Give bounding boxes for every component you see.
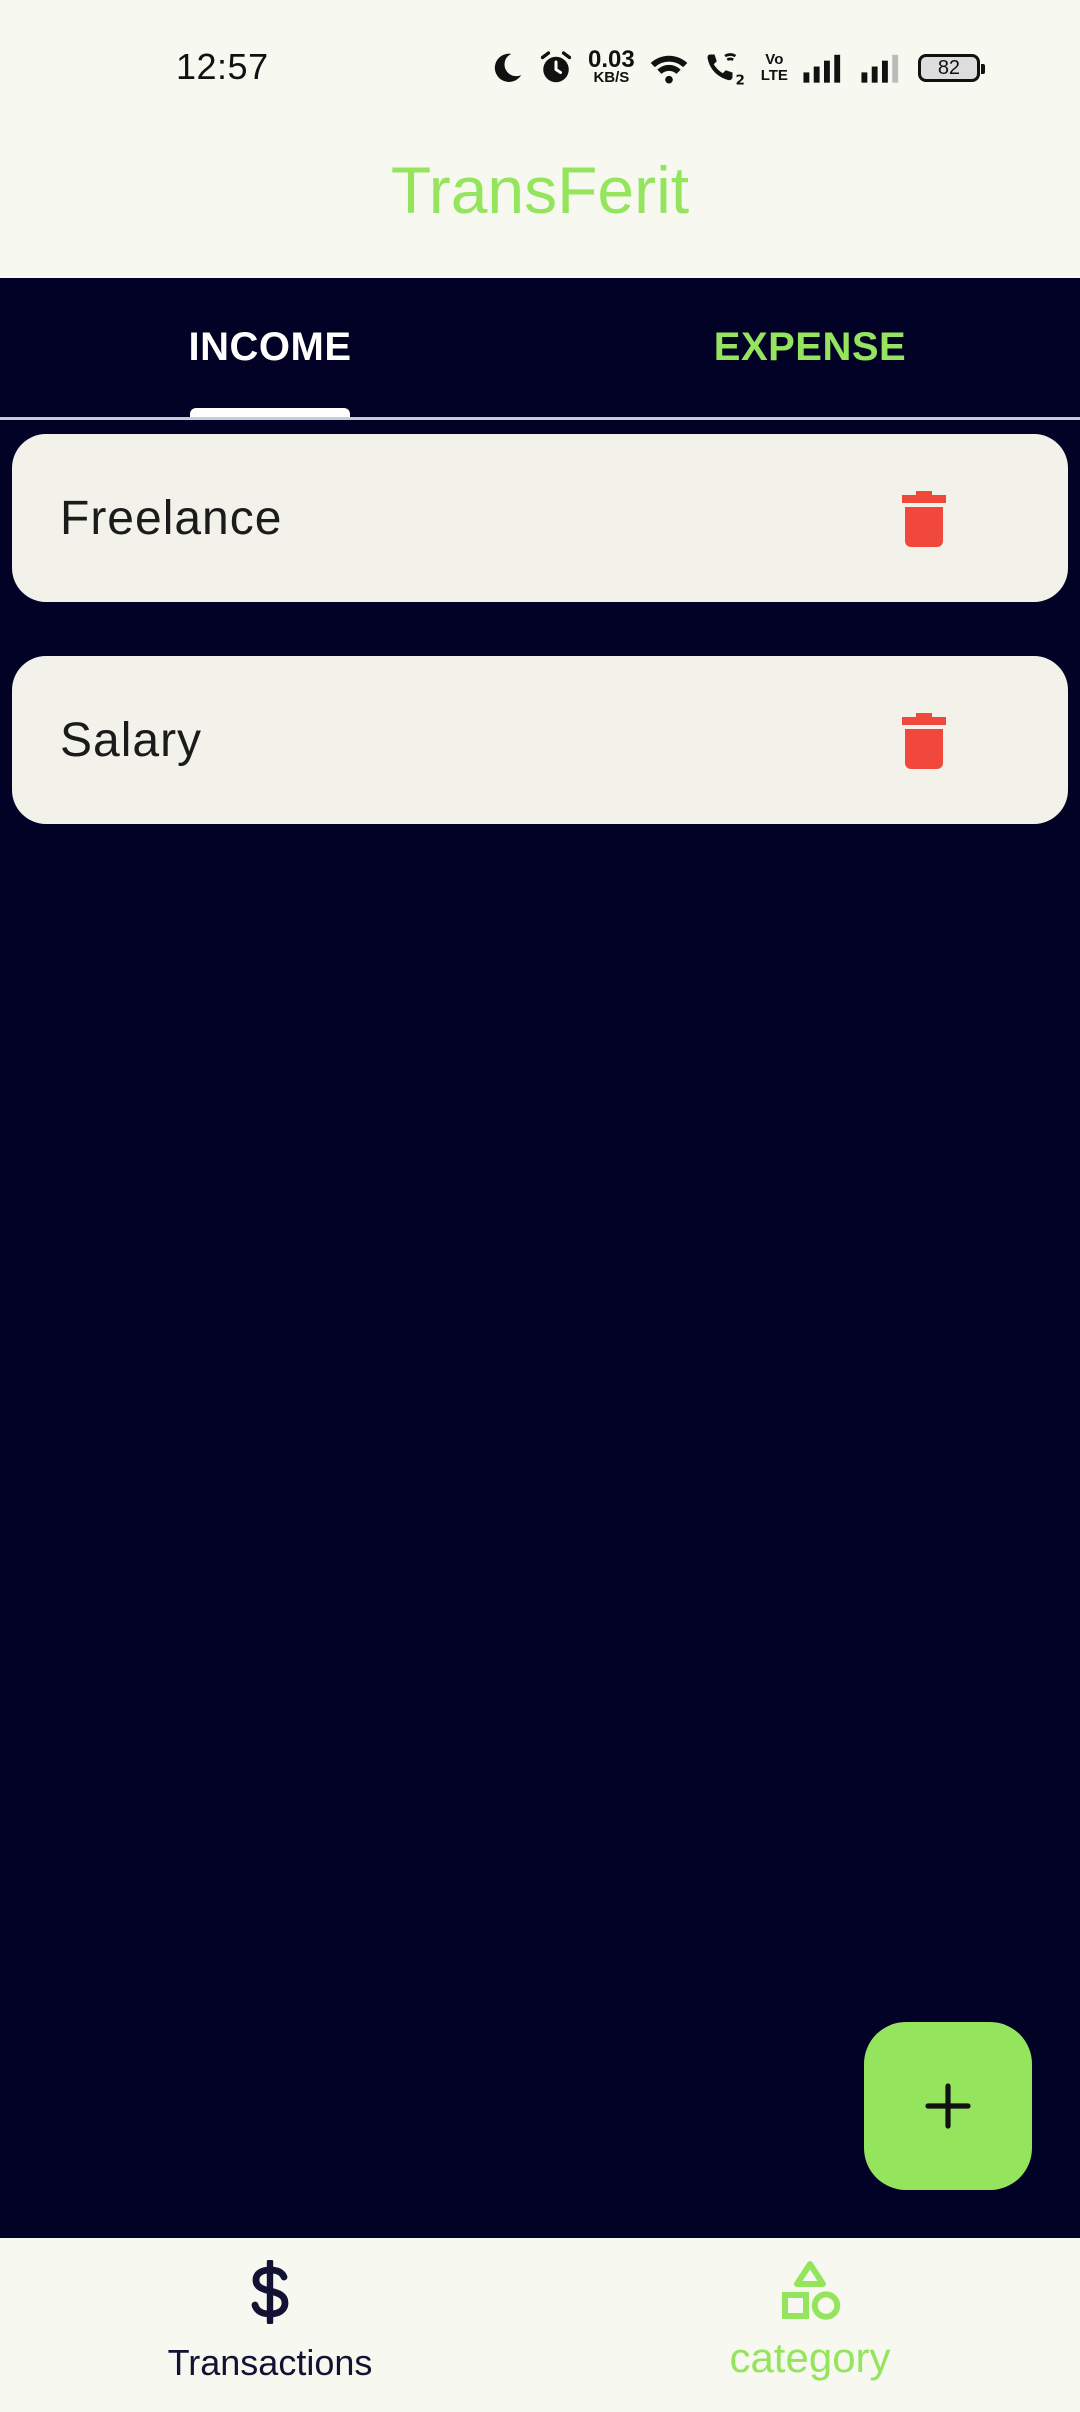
wifi-icon <box>649 51 689 85</box>
delete-button[interactable] <box>894 488 954 550</box>
volte-top: Vo <box>765 51 784 68</box>
list-item[interactable]: Freelance <box>12 434 1068 602</box>
list-item[interactable]: Salary <box>12 656 1068 824</box>
category-name: Salary <box>60 713 203 767</box>
tab-income[interactable]: INCOME <box>0 278 540 417</box>
tab-indicator <box>190 408 350 417</box>
net-speed-value: 0.03 <box>588 46 635 73</box>
app-bar: TransFerit <box>0 138 1080 278</box>
alarm-icon <box>538 50 574 86</box>
add-category-button[interactable] <box>864 2022 1032 2190</box>
delete-button[interactable] <box>894 710 954 772</box>
tab-bar: INCOME EXPENSE <box>0 278 1080 420</box>
bottom-nav: Transactions category <box>0 2238 1080 2412</box>
shapes-icon <box>540 2260 1080 2324</box>
tab-expense[interactable]: EXPENSE <box>540 278 1080 417</box>
net-speed-unit: KB/S <box>593 69 630 86</box>
nav-transactions[interactable]: Transactions <box>0 2238 540 2412</box>
volte-bottom: LTE <box>760 67 788 84</box>
category-name: Freelance <box>60 491 283 545</box>
battery-icon: 82 <box>917 54 985 82</box>
signal-icon <box>802 53 846 83</box>
status-time: 12:57 <box>176 46 269 87</box>
tab-expense-label: EXPENSE <box>713 325 907 369</box>
tab-income-label: INCOME <box>188 325 352 369</box>
battery-level: 82 <box>937 56 961 79</box>
status-icons: 0.03 KB/S 2 Vo LTE 82 <box>490 46 985 90</box>
volte-icon: Vo LTE <box>761 52 788 84</box>
nav-category[interactable]: category <box>540 2238 1080 2412</box>
nav-transactions-label: Transactions <box>167 2342 373 2383</box>
plus-icon <box>925 2083 971 2129</box>
wifi-calling-icon: 2 <box>703 50 747 86</box>
dollar-icon <box>0 2260 540 2324</box>
signal-icon-2 <box>860 53 904 83</box>
trash-icon <box>902 491 946 547</box>
status-bar: 12:57 0.03 KB/S 2 Vo LTE 82 <box>0 0 1080 138</box>
trash-icon <box>902 713 946 769</box>
sim-indicator: 2 <box>735 73 744 87</box>
app-title: TransFerit <box>390 153 690 227</box>
nav-category-label: category <box>729 2334 891 2381</box>
moon-icon <box>490 51 524 85</box>
net-speed: 0.03 KB/S <box>588 46 635 86</box>
